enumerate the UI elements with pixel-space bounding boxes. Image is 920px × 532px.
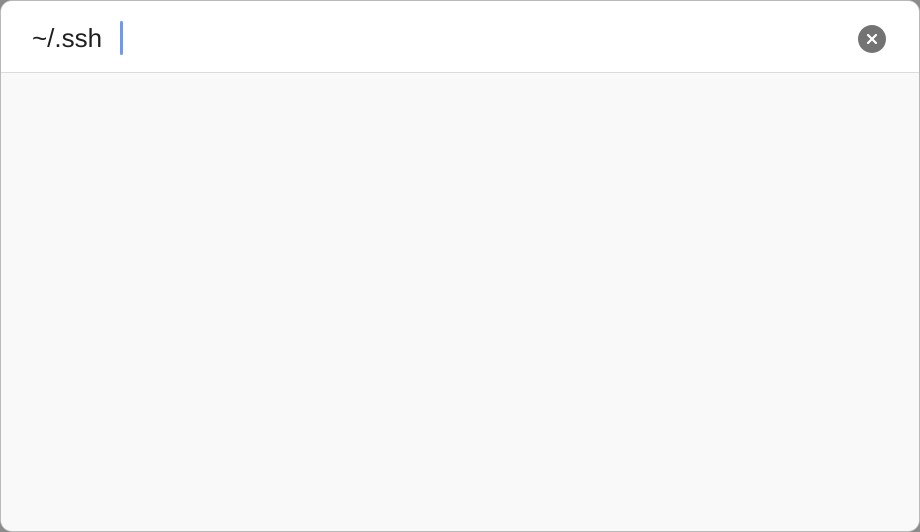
close-icon bbox=[866, 33, 878, 45]
results-area bbox=[1, 73, 919, 531]
text-caret bbox=[120, 21, 123, 55]
search-bar bbox=[1, 1, 919, 73]
clear-search-button[interactable] bbox=[858, 25, 886, 53]
search-input[interactable] bbox=[32, 19, 832, 57]
spotlight-panel bbox=[0, 0, 920, 532]
